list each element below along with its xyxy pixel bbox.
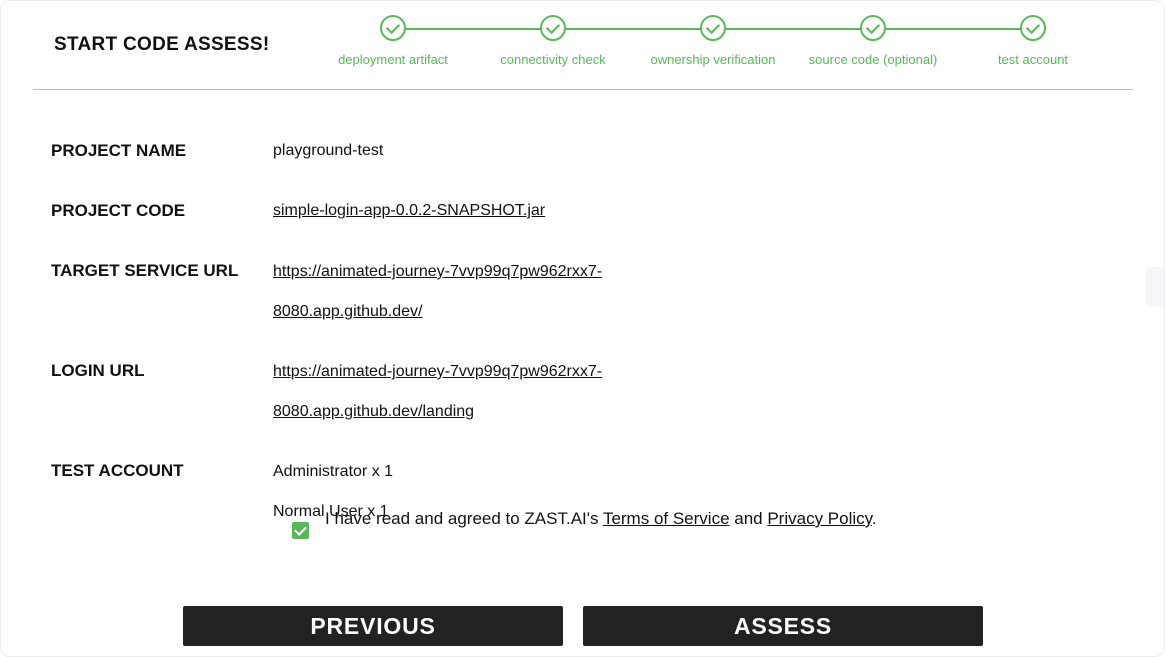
step-connectivity-check: connectivity check [473,15,633,67]
step-complete-check-icon [700,15,726,41]
project-name-value: playground-test [273,142,384,159]
privacy-policy-link[interactable]: Privacy Policy [767,509,872,528]
test-account-label: TEST ACCOUNT [51,461,184,480]
previous-button[interactable]: PREVIOUS [183,606,563,646]
page-title: START CODE ASSESS! [54,34,270,55]
login-url-value: https://animated-journey-7vvp99q7pw962rx… [273,361,673,441]
target-service-url-link-cont[interactable]: 8080.app.github.dev/ [273,303,422,320]
login-url-label: LOGIN URL [51,361,145,380]
step-complete-check-icon [540,15,566,41]
assess-button[interactable]: ASSESS [583,606,983,646]
terms-of-service-link[interactable]: Terms of Service [603,509,730,528]
login-url-link-cont[interactable]: 8080.app.github.dev/landing [273,403,474,420]
agreement-suffix: . [871,509,877,528]
step-label: ownership verification [650,52,776,67]
step-source-code: source code (optional) [793,15,953,67]
target-service-url-value: https://animated-journey-7vvp99q7pw962rx… [273,261,673,341]
step-test-account: test account [953,15,1113,67]
step-label: test account [997,52,1069,67]
target-service-url-label: TARGET SERVICE URL [51,261,239,280]
step-complete-check-icon [860,15,886,41]
project-code-label: PROJECT CODE [51,201,186,220]
step-complete-check-icon [1020,15,1046,41]
test-account-item: Administrator x 1 [273,463,394,480]
assess-panel: START CODE ASSESS! deployment artifact c… [0,0,1165,657]
agree-checkbox[interactable] [292,522,309,539]
login-url-link[interactable]: https://animated-journey-7vvp99q7pw962rx… [273,363,602,380]
target-service-url-link[interactable]: https://animated-journey-7vvp99q7pw962rx… [273,263,602,280]
agreement-text: I have read and agreed to ZAST.AI's Term… [325,506,885,531]
step-deployment-artifact: deployment artifact [313,15,473,67]
step-ownership-verification: ownership verification [633,15,793,67]
side-scroll-tab[interactable] [1146,267,1164,307]
project-code-link[interactable]: simple-login-app-0.0.2-SNAPSHOT.jar [273,202,545,219]
project-name-label: PROJECT NAME [51,141,187,160]
progress-stepper: deployment artifact connectivity check o… [311,15,1111,75]
agreement-middle: and [729,509,768,528]
step-label: deployment artifact [338,52,448,67]
step-label: source code (optional) [808,52,938,67]
header-divider [33,89,1133,90]
step-complete-check-icon [380,15,406,41]
agreement-prefix: I have read and agreed to ZAST.AI's [325,509,603,528]
step-label: connectivity check [500,52,606,67]
